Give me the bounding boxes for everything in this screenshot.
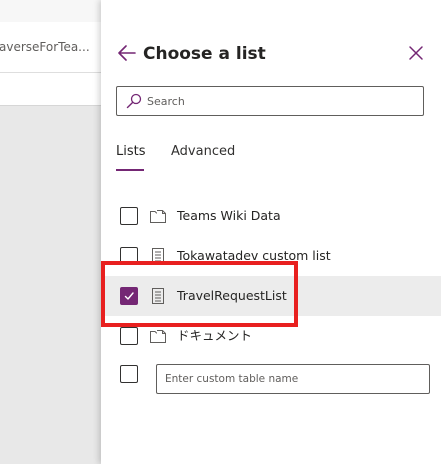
background-tab-label: averseForTea...: [0, 40, 90, 54]
choose-list-panel: Choose a list Lists Advanced Teams Wiki …: [101, 0, 441, 464]
list-item-teams-wiki-data[interactable]: Teams Wiki Data: [101, 196, 441, 236]
tab-advanced[interactable]: Advanced: [171, 143, 235, 161]
checkbox[interactable]: [120, 365, 138, 383]
close-icon[interactable]: [407, 44, 425, 62]
list-item-label: Teams Wiki Data: [177, 208, 281, 223]
highlight-box: [101, 261, 298, 327]
back-arrow-icon[interactable]: [117, 42, 137, 64]
background-app: averseForTea...: [0, 0, 101, 464]
background-tab[interactable]: averseForTea...: [0, 22, 101, 73]
panel-title: Choose a list: [143, 44, 266, 64]
background-canvas: [0, 106, 101, 464]
search-box[interactable]: [116, 86, 424, 116]
tab-lists[interactable]: Lists: [116, 143, 146, 161]
folder-doc-icon: [149, 327, 167, 345]
folder-doc-icon: [149, 207, 167, 225]
active-tab-indicator: [116, 169, 144, 171]
search-input[interactable]: [147, 88, 417, 114]
custom-table-name-box[interactable]: [156, 364, 430, 394]
background-toolbar-strip: [0, 73, 101, 106]
checkbox[interactable]: [120, 207, 138, 225]
search-icon: [126, 93, 142, 109]
checkbox[interactable]: [120, 327, 138, 345]
background-topbar: [0, 0, 101, 23]
custom-table-name-input[interactable]: [165, 366, 423, 392]
